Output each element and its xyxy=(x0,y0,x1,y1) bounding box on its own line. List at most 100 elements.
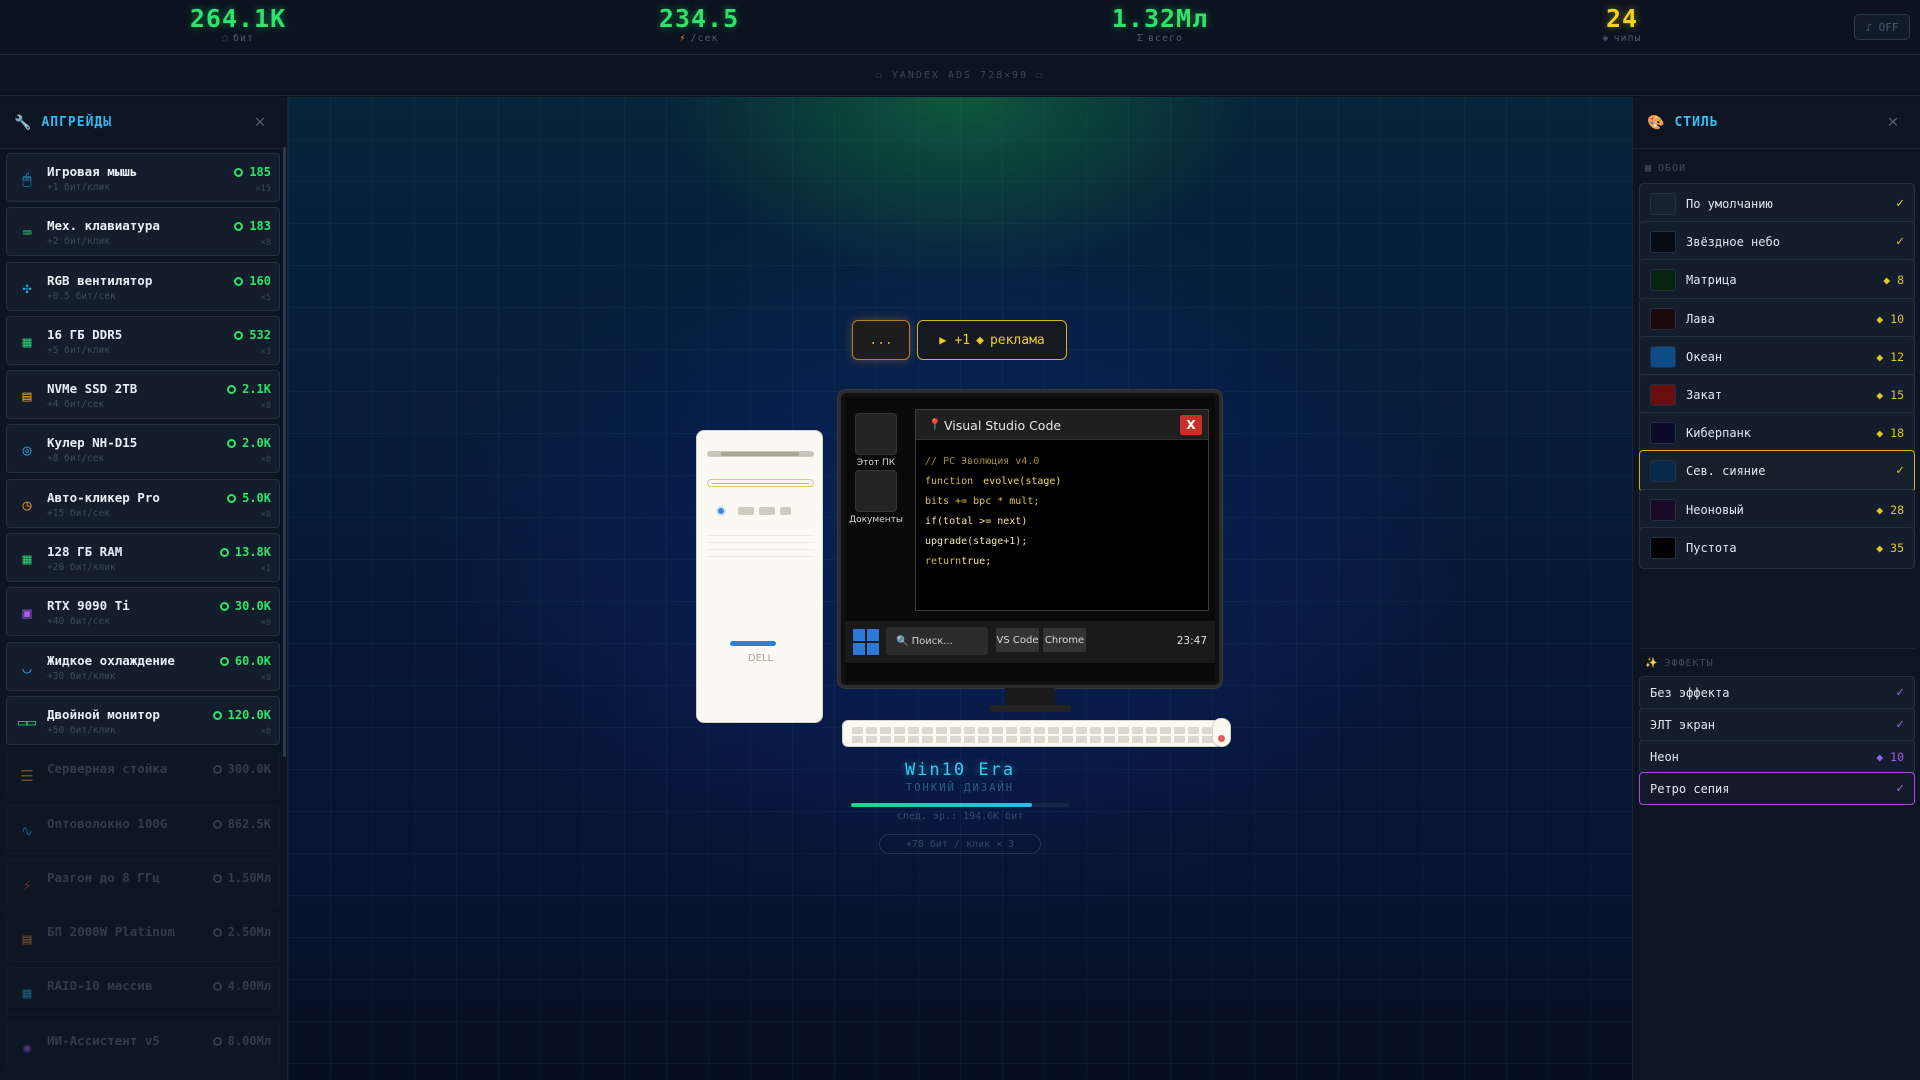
wallpaper-swatch xyxy=(1650,269,1676,292)
upgrade-item[interactable]: ☰ Серверная стойка 300.0K xyxy=(6,750,280,800)
wallpaper-option[interactable]: Неоновый ◆ 28 xyxy=(1639,488,1915,531)
upgrade-item[interactable]: ▦ 128 ГБ RAM +20 бит/клик 13.8K ×1 xyxy=(6,533,280,583)
wallpaper-swatch xyxy=(1650,384,1676,406)
key xyxy=(1104,727,1115,734)
effect-option[interactable]: ЭЛТ экран ✓ xyxy=(1639,708,1915,741)
upgrade-effect: +30 бит/клик xyxy=(47,670,116,682)
wallpaper-option[interactable]: Лава ◆ 10 xyxy=(1639,297,1915,340)
key xyxy=(1034,736,1045,743)
upgrade-item[interactable]: ▦ 16 ГБ DDR5 +5 бит/клик 532 ×3 xyxy=(6,315,280,365)
wallpaper-option[interactable]: Киберпанк ◆ 18 xyxy=(1639,412,1915,455)
effect-name: Ретро сепия xyxy=(1650,782,1730,796)
coin-icon xyxy=(234,168,244,177)
taskbar-search[interactable]: 🔍 Поиск... xyxy=(886,627,988,655)
upgrade-item[interactable]: ◎ Кулер NH-D15 +8 бит/сек 2.0K ×0 xyxy=(6,424,280,474)
ad-button-label: реклама xyxy=(989,332,1045,348)
effect-option[interactable]: Без эффекта ✓ xyxy=(1639,676,1915,709)
stat-per-second: 234.5 ⚡/сек xyxy=(579,4,819,44)
monitor-screen[interactable]: Этот ПК Документы 📍 Visual Studio Code X… xyxy=(845,397,1215,681)
window-close-button[interactable]: X xyxy=(1180,415,1202,435)
upgrades-scrollbar[interactable] xyxy=(283,147,286,757)
upgrade-name: Игровая мышь xyxy=(47,164,138,179)
wallpaper-swatch xyxy=(1650,536,1676,559)
wallpaper-option[interactable]: Закат ◆ 15 xyxy=(1639,374,1915,416)
effect-option[interactable]: Ретро сепия ✓ xyxy=(1639,772,1915,805)
upgrade-cost: 30.0K xyxy=(219,599,271,613)
wallpaper-swatch xyxy=(1650,307,1676,330)
upgrade-item[interactable]: 🖱 Игровая мышь +1 бит/клик 185 ×15 xyxy=(6,153,280,202)
wallpaper-option[interactable]: Пустота ◆ 35 xyxy=(1639,526,1915,569)
wallpapers-section-label: ▦ ОБОИ xyxy=(1645,163,1687,174)
upgrade-item[interactable]: ▤ NVMe SSD 2TB +4 бит/сек 2.1K ×8 xyxy=(6,370,280,420)
key xyxy=(1160,727,1171,734)
upgrade-item[interactable]: ⚡ Разгон до 8 ГГц 1.50Мл xyxy=(6,858,280,908)
upgrade-cost: 1.50Мл xyxy=(212,871,271,885)
sound-toggle-button[interactable]: ♪ OFF xyxy=(1854,14,1910,40)
upgrade-item[interactable]: ⌨ Мех. клавиатура +2 бит/клик 183 ×8 xyxy=(6,207,280,257)
upgrade-item[interactable]: ✺ ИИ-Ассистент v5 8.00Мл xyxy=(6,1021,280,1071)
monitor-stand xyxy=(1005,688,1055,706)
taskbar-app-vscode[interactable]: VS Code xyxy=(996,628,1039,652)
vscode-window[interactable]: 📍 Visual Studio Code X // PC Эволюция v4… xyxy=(915,409,1209,611)
keyboard[interactable] xyxy=(842,720,1222,747)
wallpaper-option[interactable]: По умолчанию ✓ xyxy=(1639,183,1915,225)
upgrade-owned-count: ×5 xyxy=(260,292,271,303)
wallpaper-option[interactable]: Океан ◆ 12 xyxy=(1639,335,1915,378)
sigma-icon: Σ xyxy=(1136,33,1144,44)
upgrade-item[interactable]: ◡ Жидкое охлаждение +30 бит/клик 60.0K ×0 xyxy=(6,641,280,691)
upgrade-item[interactable]: ▤ БП 2000W Platinum 2.50Мл xyxy=(6,913,280,963)
wallpaper-name: Звёздное небо xyxy=(1686,235,1780,250)
close-style-button[interactable]: ✕ xyxy=(1882,111,1904,133)
taskbar-app-chrome[interactable]: Chrome xyxy=(1043,628,1086,652)
wallpaper-price: ◆ 28 xyxy=(1876,502,1904,517)
key xyxy=(880,727,891,734)
documents-icon[interactable] xyxy=(855,470,897,512)
mouse[interactable] xyxy=(1212,718,1231,747)
wallpaper-swatch xyxy=(1650,498,1676,521)
window-titlebar[interactable]: 📍 Visual Studio Code X xyxy=(916,410,1208,440)
stat-chips: 24 ◈ чипы xyxy=(1502,4,1742,44)
this-pc-icon[interactable] xyxy=(855,413,897,455)
start-menu-icon[interactable] xyxy=(853,629,879,655)
code-editor: // PC Эволюция v4.0 function evolve(stage)… xyxy=(925,452,1061,572)
watch-ad-button[interactable]: ▶ +1 ◆ реклама xyxy=(917,320,1067,360)
ai-assistant-icon: ✺ xyxy=(22,1038,32,1057)
upgrade-cost: 2.1K xyxy=(227,382,271,396)
check-icon: ✓ xyxy=(1896,685,1904,700)
wallpaper-name: Океан xyxy=(1686,349,1723,364)
check-icon: ✓ xyxy=(1896,781,1904,796)
upgrade-item[interactable]: ▦ RAID-10 массив 4.00Мл xyxy=(6,967,280,1017)
stat-bits-value: 264.1K xyxy=(189,4,287,33)
monitor[interactable]: Этот ПК Документы 📍 Visual Studio Code X… xyxy=(838,390,1222,688)
wallpaper-option[interactable]: Матрица ◆ 8 xyxy=(1639,259,1915,302)
effect-option[interactable]: Неон ◆ 10 xyxy=(1639,740,1915,773)
section-divider xyxy=(1639,648,1915,649)
wallpaper-option[interactable]: Сев. сияние ✓ xyxy=(1639,450,1915,493)
upgrade-item[interactable]: ◷ Авто-кликер Pro +15 бит/сек 5.0K ×0 xyxy=(6,478,280,528)
upgrade-name: RTX 9090 Ti xyxy=(47,598,130,614)
upgrade-name: Двойной монитор xyxy=(47,706,160,722)
upgrades-panel-header: 🔧 АПГРЕЙДЫ ✕ xyxy=(0,97,287,149)
upgrade-cost: 185 xyxy=(234,165,271,179)
upgrade-effect: +15 бит/сек xyxy=(47,507,110,519)
code-line: returntrue; xyxy=(925,552,1061,572)
more-button[interactable]: ... xyxy=(852,320,910,360)
key xyxy=(1034,727,1045,734)
taskbar-clock: 23:47 xyxy=(1176,635,1207,647)
upgrade-item[interactable]: ∿ Оптоволокно 100G 862.5K xyxy=(6,804,280,854)
upgrade-name: Кулер NH-D15 xyxy=(47,435,138,451)
code-token: return xyxy=(925,556,962,567)
taskbar: 🔍 Поиск... VS Code Chrome 23:47 xyxy=(845,621,1215,663)
wallpaper-option[interactable]: Звёздное небо ✓ xyxy=(1639,221,1915,264)
close-upgrades-button[interactable]: ✕ xyxy=(249,111,271,133)
upgrade-owned-count: ×8 xyxy=(260,401,271,412)
upgrade-item[interactable]: ▭▭ Двойной монитор +50 бит/клик 120.0K ×0 xyxy=(6,695,280,745)
coin-icon xyxy=(219,602,229,612)
upgrade-owned-count: ×0 xyxy=(260,509,271,520)
pc-tower[interactable]: DELL xyxy=(696,430,823,723)
upgrade-item[interactable]: ✣ RGB вентилятор +0.5 бит/сек 160 ×5 xyxy=(6,261,280,311)
ad-banner[interactable]: ☐ YANDEX ADS 728×90 ☐ xyxy=(0,56,1920,96)
upgrade-item[interactable]: ▣ RTX 9090 Ti +40 бит/сек 30.0K ×0 xyxy=(6,587,280,637)
key xyxy=(1090,727,1101,734)
upgrade-owned-count: ×0 xyxy=(260,455,271,466)
